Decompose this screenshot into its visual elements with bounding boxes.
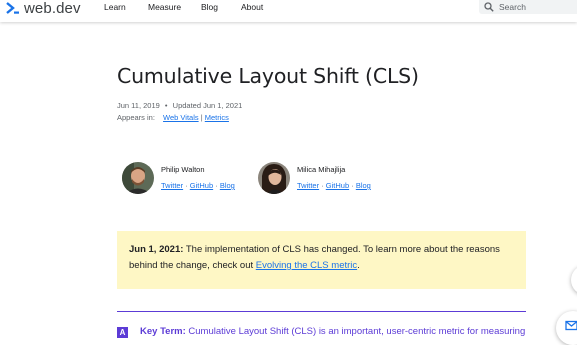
link-separator: · bbox=[351, 181, 354, 190]
github-link[interactable]: GitHub bbox=[326, 181, 349, 190]
twitter-link[interactable]: Twitter bbox=[297, 181, 319, 190]
author-name: Philip Walton bbox=[161, 165, 205, 174]
web-dev-logo-icon bbox=[6, 2, 19, 14]
avatar bbox=[122, 162, 154, 194]
link-separator: · bbox=[185, 181, 188, 190]
blog-link[interactable]: Blog bbox=[220, 181, 235, 190]
blog-link[interactable]: Blog bbox=[356, 181, 371, 190]
logo-text: web.dev bbox=[24, 0, 81, 17]
nav-about[interactable]: About bbox=[241, 0, 263, 14]
floating-action-button[interactable] bbox=[571, 265, 577, 295]
evolving-cls-link[interactable]: Evolving the CLS metric bbox=[256, 260, 357, 271]
appears-in-separator: | bbox=[200, 113, 203, 122]
appears-in-metrics-link[interactable]: Metrics bbox=[205, 113, 229, 122]
nav-blog[interactable]: Blog bbox=[201, 0, 218, 14]
mail-icon bbox=[565, 320, 577, 331]
avatar bbox=[258, 162, 290, 194]
site-logo[interactable]: web.dev bbox=[6, 0, 81, 17]
appears-in-label: Appears in: bbox=[117, 113, 155, 122]
search-box[interactable] bbox=[479, 0, 577, 14]
callout-date: Jun 1, 2021: bbox=[129, 244, 184, 255]
meta-separator: • bbox=[164, 101, 168, 110]
key-term-label: Key Term: bbox=[140, 326, 186, 337]
article-dates: Jun 11, 2019 • Updated Jun 1, 2021 bbox=[117, 101, 242, 110]
page-title: Cumulative Layout Shift (CLS) bbox=[117, 64, 419, 88]
key-term: A Key Term: Cumulative Layout Shift (CLS)… bbox=[117, 326, 525, 338]
author-links: Twitter · GitHub · Blog bbox=[161, 181, 235, 190]
author-links: Twitter · GitHub · Blog bbox=[297, 181, 371, 190]
update-callout: Jun 1, 2021: The implementation of CLS h… bbox=[117, 231, 526, 289]
appears-in-web-vitals-link[interactable]: Web Vitals bbox=[163, 113, 199, 122]
github-link[interactable]: GitHub bbox=[190, 181, 213, 190]
appears-in: Appears in: Web Vitals | Metrics bbox=[117, 113, 229, 122]
key-term-text: Cumulative Layout Shift (CLS) is an impo… bbox=[185, 326, 526, 337]
published-date: Jun 11, 2019 bbox=[117, 101, 160, 110]
top-app-bar: web.dev Learn Measure Blog About bbox=[0, 0, 577, 22]
link-separator: · bbox=[321, 181, 324, 190]
nav-learn[interactable]: Learn bbox=[104, 0, 126, 14]
subscribe-button[interactable] bbox=[556, 311, 577, 345]
key-term-icon: A bbox=[117, 327, 128, 338]
author-name: Milica Mihajlija bbox=[297, 165, 346, 174]
callout-end: . bbox=[357, 260, 360, 271]
updated-date: Updated Jun 1, 2021 bbox=[172, 101, 243, 110]
twitter-link[interactable]: Twitter bbox=[161, 181, 183, 190]
nav-measure[interactable]: Measure bbox=[148, 0, 181, 14]
link-separator: · bbox=[215, 181, 218, 190]
search-icon bbox=[484, 2, 494, 12]
divider bbox=[117, 311, 526, 312]
search-input[interactable] bbox=[499, 2, 569, 12]
